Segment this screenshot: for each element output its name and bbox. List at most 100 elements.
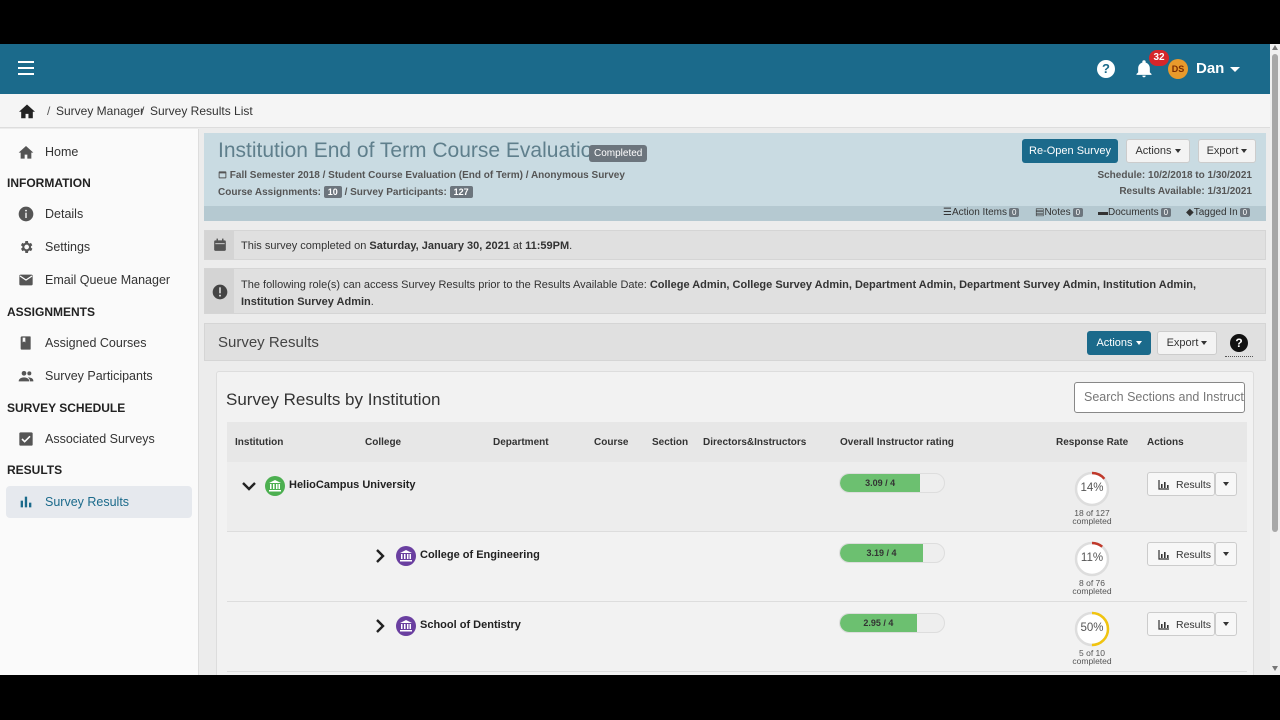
documents-label: Documents bbox=[1108, 207, 1159, 218]
sidebar-item-home[interactable]: Home bbox=[6, 136, 192, 168]
completed-alert-text: This survey completed on Saturday, Janua… bbox=[241, 238, 1235, 255]
course-assignments-count[interactable]: 10 bbox=[323, 186, 342, 198]
sidebar: Home INFORMATION Details Settings Email … bbox=[0, 129, 199, 675]
breadcrumb-separator: / bbox=[47, 104, 51, 118]
re-open-survey-button[interactable]: Re-Open Survey bbox=[1022, 139, 1118, 163]
sidebar-item-label: Home bbox=[45, 145, 79, 159]
tagged-in-link[interactable]: ◆Tagged In 0 bbox=[1186, 207, 1251, 218]
results-dropdown-toggle[interactable] bbox=[1215, 542, 1237, 566]
exclamation-icon bbox=[212, 284, 228, 300]
results-dropdown-toggle[interactable] bbox=[1215, 472, 1237, 496]
notification-badge: 32 bbox=[1149, 50, 1169, 66]
column-header[interactable]: Response Rate bbox=[1056, 437, 1128, 448]
building-icon bbox=[400, 550, 412, 562]
rating-value: 2.95 / 4 bbox=[840, 614, 917, 632]
column-header: Actions bbox=[1147, 437, 1184, 448]
sidebar-item-label: Settings bbox=[45, 240, 91, 254]
envelope-icon bbox=[19, 274, 33, 286]
sidebar-item-label: Details bbox=[45, 207, 84, 221]
response-count: 18 of 127 completed bbox=[1065, 509, 1119, 526]
column-header[interactable]: Department bbox=[493, 437, 549, 448]
scroll-thumb[interactable] bbox=[1272, 54, 1278, 532]
row-name[interactable]: College of Engineering bbox=[420, 549, 540, 561]
sidebar-item-associated-surveys[interactable]: Associated Surveys bbox=[6, 423, 192, 455]
notes-link[interactable]: ▤Notes 0 bbox=[1035, 207, 1084, 218]
sidebar-item-assigned-courses[interactable]: Assigned Courses bbox=[6, 327, 192, 359]
help-icon[interactable]: ? bbox=[1230, 334, 1248, 352]
notes-count: 0 bbox=[1072, 208, 1084, 217]
notes-label: Notes bbox=[1044, 207, 1071, 218]
line-chart-icon bbox=[1158, 550, 1169, 560]
response-rate-donut: 11% bbox=[1073, 540, 1111, 578]
header-export-button[interactable]: Export bbox=[1198, 139, 1256, 163]
results-button-label: Results bbox=[1176, 549, 1212, 561]
building-icon bbox=[269, 480, 281, 492]
chevron-down-icon bbox=[1223, 622, 1229, 626]
column-header[interactable]: Course bbox=[594, 437, 628, 448]
roles-alert: The following role(s) can access Survey … bbox=[204, 268, 1266, 314]
results-button[interactable]: Results bbox=[1147, 612, 1215, 636]
row-name[interactable]: HelioCampus University bbox=[289, 479, 416, 491]
survey-results-bar: Survey Results Actions Export ? bbox=[204, 323, 1266, 361]
user-name[interactable]: Dan bbox=[1196, 60, 1224, 77]
column-header[interactable]: College bbox=[365, 437, 401, 448]
results-actions-button[interactable]: Actions bbox=[1087, 331, 1151, 355]
home-icon[interactable] bbox=[18, 103, 36, 119]
sidebar-item-survey-results[interactable]: Survey Results bbox=[6, 486, 192, 518]
documents-count: 0 bbox=[1160, 208, 1172, 217]
sidebar-heading-results: RESULTS bbox=[7, 463, 63, 477]
chevron-down-icon bbox=[1223, 552, 1229, 556]
response-count: 5 of 10 completed bbox=[1065, 649, 1119, 666]
column-header[interactable]: Institution bbox=[235, 437, 283, 448]
header-actions-button[interactable]: Actions bbox=[1126, 139, 1190, 163]
results-button[interactable]: Results bbox=[1147, 542, 1215, 566]
survey-meta-text: Fall Semester 2018 / Student Course Eval… bbox=[229, 170, 625, 181]
institution-icon bbox=[396, 546, 416, 566]
chevron-down-icon[interactable] bbox=[1230, 67, 1240, 72]
page-title: Institution End of Term Course Evaluatio… bbox=[218, 139, 604, 162]
documents-link[interactable]: ▬Documents 0 bbox=[1098, 207, 1172, 218]
info-icon bbox=[18, 206, 34, 222]
sidebar-item-label: Survey Results bbox=[45, 495, 130, 509]
sidebar-item-email-queue-manager[interactable]: Email Queue Manager bbox=[6, 264, 192, 296]
rating-value: 3.19 / 4 bbox=[840, 544, 923, 562]
results-dropdown-toggle[interactable] bbox=[1215, 612, 1237, 636]
row-name[interactable]: School of Dentistry bbox=[420, 619, 521, 631]
scroll-up-icon[interactable] bbox=[1272, 45, 1278, 50]
sidebar-item-survey-participants[interactable]: Survey Participants bbox=[6, 360, 192, 392]
sidebar-item-details[interactable]: Details bbox=[6, 198, 192, 230]
sidebar-item-label: Email Queue Manager bbox=[45, 273, 171, 287]
search-input[interactable]: Search Sections and Instructors bbox=[1074, 382, 1245, 413]
breadcrumb-survey-manager[interactable]: Survey Manager bbox=[56, 104, 144, 118]
sidebar-item-label: Survey Participants bbox=[45, 369, 153, 383]
menu-icon[interactable] bbox=[18, 61, 34, 75]
column-header[interactable]: Overall Instructor rating bbox=[840, 437, 954, 448]
results-button[interactable]: Results bbox=[1147, 472, 1215, 496]
card-title: Survey Results by Institution bbox=[226, 390, 441, 409]
column-header[interactable]: Directors&Instructors bbox=[703, 437, 806, 448]
calendar-icon bbox=[214, 238, 226, 251]
chevron-right-icon[interactable] bbox=[373, 549, 387, 563]
avatar[interactable]: DS bbox=[1168, 59, 1188, 79]
results-export-button[interactable]: Export bbox=[1157, 331, 1217, 355]
sidebar-item-settings[interactable]: Settings bbox=[6, 231, 192, 263]
chevron-down-icon[interactable] bbox=[242, 479, 256, 493]
completed-mid: at bbox=[509, 240, 526, 252]
participants-label: / Survey Participants: bbox=[344, 187, 447, 198]
action-items-count: 0 bbox=[1009, 208, 1020, 217]
rating-bar: 3.19 / 4 bbox=[839, 543, 945, 563]
scroll-down-icon[interactable] bbox=[1272, 666, 1278, 671]
column-header[interactable]: Section bbox=[652, 437, 688, 448]
chevron-down-icon bbox=[1201, 341, 1208, 346]
scrollbar[interactable] bbox=[1270, 44, 1280, 675]
table-row: HelioCampus University 3.09 / 4 14% 18 of 1… bbox=[227, 462, 1247, 532]
help-icon[interactable]: ? bbox=[1097, 60, 1115, 78]
chevron-right-icon[interactable] bbox=[373, 619, 387, 633]
completed-time: 11:59PM bbox=[525, 240, 570, 252]
bar-chart-icon bbox=[20, 496, 32, 508]
participants-count[interactable]: 127 bbox=[449, 186, 473, 198]
response-count: 8 of 76 completed bbox=[1065, 579, 1119, 596]
action-items-link[interactable]: ☰Action Items 0 bbox=[943, 207, 1020, 218]
building-icon bbox=[400, 620, 412, 632]
help-underline bbox=[1225, 356, 1253, 357]
